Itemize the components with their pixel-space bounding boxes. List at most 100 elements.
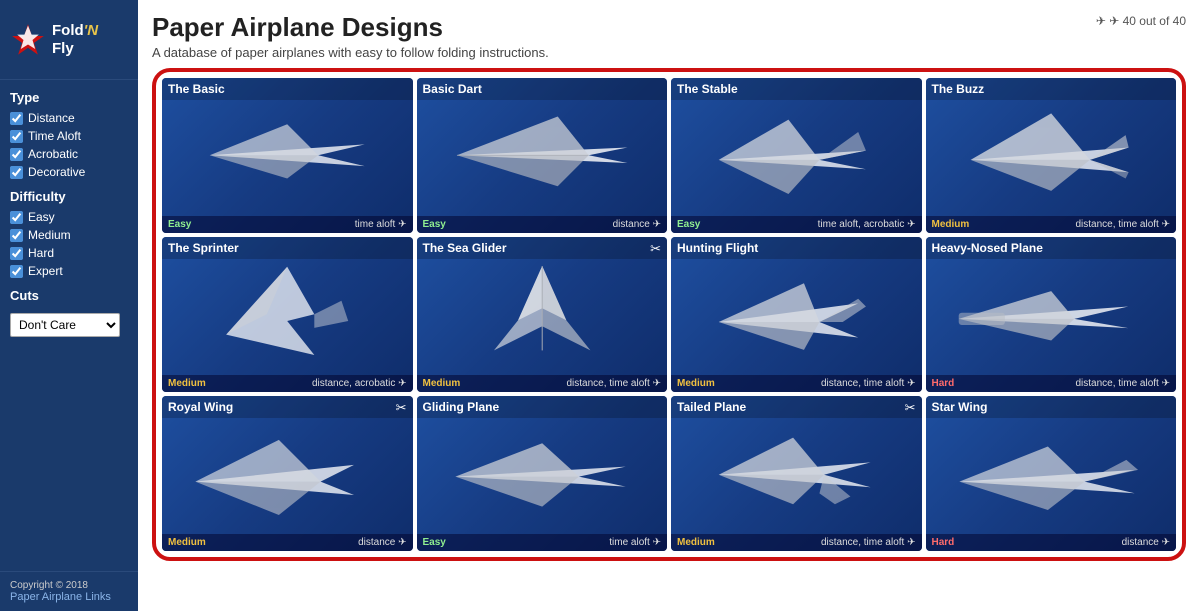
plane-difficulty: Easy [423,537,446,548]
plane-footer: Medium distance [162,534,413,551]
plane-difficulty: Medium [168,537,206,548]
scissors-icon: ✂ [650,241,661,257]
plane-title: The Buzz [926,78,1177,100]
plane-card-hunting-flight[interactable]: Hunting Flight Medium distance, time alo… [671,237,922,392]
plane-title: Hunting Flight [671,237,922,259]
plane-image [417,396,668,551]
difficulty-filter-title: Difficulty [10,189,128,204]
plane-card-star-wing[interactable]: Star Wing Hard distance [926,396,1177,551]
plane-image [417,237,668,392]
logo-area[interactable]: Fold'N Fly [0,0,138,80]
plane-type: distance, time aloft [821,378,916,389]
plane-difficulty: Medium [677,378,715,389]
plane-difficulty: Medium [423,378,461,389]
plane-title: Royal Wing [162,396,413,418]
plane-type: distance [1122,537,1170,548]
cuts-filter-title: Cuts [10,288,128,303]
plane-card-tailed-plane[interactable]: Tailed Plane ✂ Medium distance, time [671,396,922,551]
plane-title: Basic Dart [417,78,668,100]
page-title: Paper Airplane Designs [152,12,1186,43]
filter-acrobatic[interactable]: Acrobatic [10,147,128,161]
plane-difficulty: Easy [168,219,191,230]
plane-image [417,78,668,233]
plane-difficulty: Hard [932,537,955,548]
plane-title: Heavy-Nosed Plane [926,237,1177,259]
paper-airplane-links[interactable]: Paper Airplane Links [10,591,111,603]
plane-type: time aloft [609,537,661,548]
plane-image [926,237,1177,392]
planes-grid: The Basic Easy time aloft Ba [162,78,1176,551]
plane-type: distance, acrobatic [312,378,407,389]
plane-card-royal-wing[interactable]: Royal Wing ✂ Medium distance [162,396,413,551]
scissors-icon: ✂ [396,400,407,416]
plane-difficulty: Easy [423,219,446,230]
plane-footer: Easy time aloft, acrobatic [671,216,922,233]
plane-difficulty: Medium [677,537,715,548]
plane-card-the-sea-glider[interactable]: The Sea Glider ✂ Medium distance, tim [417,237,668,392]
plane-card-heavy-nosed-plane[interactable]: Heavy-Nosed Plane Hard distance, time al… [926,237,1177,392]
plane-footer: Easy time aloft [417,534,668,551]
plane-footer: Hard distance, time aloft [926,375,1177,392]
plane-image [926,78,1177,233]
plane-footer: Easy distance [417,216,668,233]
type-filter-title: Type [10,90,128,105]
plane-image [671,396,922,551]
plane-image [671,237,922,392]
filter-easy[interactable]: Easy [10,210,128,224]
plane-title: The Stable [671,78,922,100]
sidebar-footer: Copyright © 2018 Paper Airplane Links [0,571,138,611]
cuts-select[interactable]: Don't Care No Cuts With Cuts [10,313,120,337]
plane-title: Star Wing [926,396,1177,418]
grid-container: The Basic Easy time aloft Ba [152,68,1186,561]
plane-type: distance, time aloft [1075,378,1170,389]
plane-type: distance [613,219,661,230]
page-header: ✈ 40 out of 40 Paper Airplane Designs A … [152,12,1186,60]
plane-card-the-sprinter[interactable]: The Sprinter Medium distance, acrobatic [162,237,413,392]
filter-medium[interactable]: Medium [10,228,128,242]
plane-image [162,78,413,233]
plane-title: Gliding Plane [417,396,668,418]
plane-footer: Medium distance, time aloft [671,534,922,551]
main-content: ✈ 40 out of 40 Paper Airplane Designs A … [138,0,1200,611]
plane-footer: Medium distance, time aloft [417,375,668,392]
plane-difficulty: Easy [677,219,700,230]
plane-difficulty: Hard [932,378,955,389]
plane-card-basic-dart[interactable]: Basic Dart Easy distance [417,78,668,233]
plane-card-the-buzz[interactable]: The Buzz Medium distance, time [926,78,1177,233]
plane-footer: Medium distance, time aloft [926,216,1177,233]
plane-type: distance [358,537,406,548]
plane-footer: Medium distance, acrobatic [162,375,413,392]
plane-footer: Medium distance, time aloft [671,375,922,392]
sidebar-filters: Type Distance Time Aloft Acrobatic Decor… [0,80,138,571]
page-subtitle: A database of paper airplanes with easy … [152,45,1186,60]
plane-image [671,78,922,233]
plane-type: time aloft, acrobatic [818,219,916,230]
plane-type: distance, time aloft [821,537,916,548]
plane-title: The Sea Glider [417,237,668,259]
scissors-icon: ✂ [905,400,916,416]
plane-type: time aloft [355,219,407,230]
plane-type: distance, time aloft [566,378,661,389]
plane-difficulty: Medium [932,219,970,230]
plane-card-gliding-plane[interactable]: Gliding Plane Easy time aloft [417,396,668,551]
logo-star [10,22,46,58]
plane-type: distance, time aloft [1075,219,1170,230]
plane-footer: Easy time aloft [162,216,413,233]
plane-title: The Basic [162,78,413,100]
logo-text: Fold'N Fly [52,22,98,58]
plane-image [926,396,1177,551]
count-badge: ✈ 40 out of 40 [1096,14,1186,28]
plane-image [162,396,413,551]
plane-image [162,237,413,392]
filter-time-aloft[interactable]: Time Aloft [10,129,128,143]
plane-card-the-stable[interactable]: The Stable Easy time aloft, acrobatic [671,78,922,233]
plane-footer: Hard distance [926,534,1177,551]
filter-expert[interactable]: Expert [10,264,128,278]
filter-hard[interactable]: Hard [10,246,128,260]
filter-decorative[interactable]: Decorative [10,165,128,179]
plane-difficulty: Medium [168,378,206,389]
plane-card-the-basic[interactable]: The Basic Easy time aloft [162,78,413,233]
sidebar: Fold'N Fly Type Distance Time Aloft Acro… [0,0,138,611]
filter-distance[interactable]: Distance [10,111,128,125]
plane-title: Tailed Plane [671,396,922,418]
